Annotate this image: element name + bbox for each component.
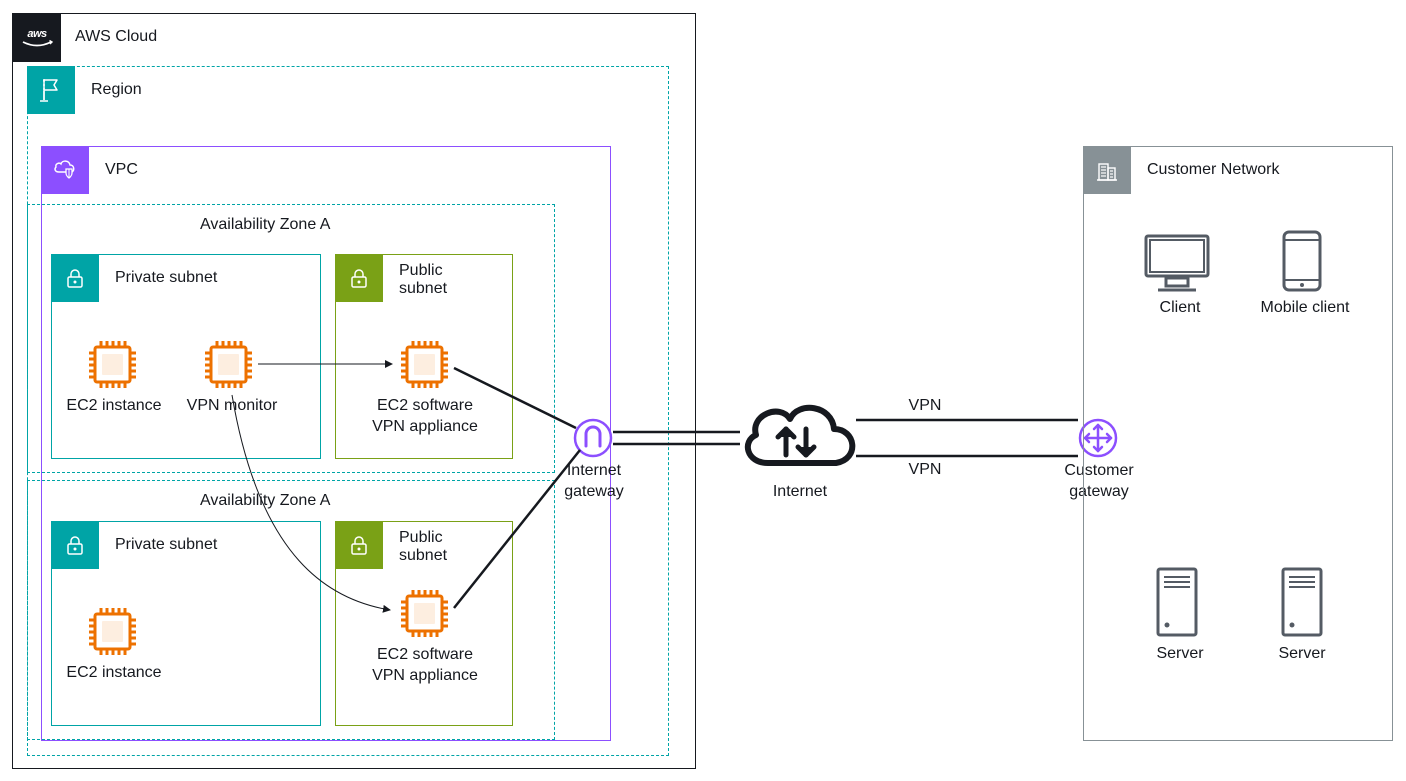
office-building-icon bbox=[1093, 156, 1121, 184]
lock-icon bbox=[62, 265, 88, 291]
txt: EC2 software bbox=[377, 397, 473, 414]
region-flag-icon bbox=[37, 76, 65, 104]
server2-label: Server bbox=[1252, 644, 1352, 665]
az2-private-subnet-label: Private subnet bbox=[115, 536, 217, 554]
internet-label: Internet bbox=[760, 482, 840, 503]
az1-public-subnet-label: Public subnet bbox=[399, 262, 469, 298]
region-label: Region bbox=[91, 81, 142, 99]
az2-public-subnet-label: Public subnet bbox=[399, 529, 469, 565]
lock-icon bbox=[346, 532, 372, 558]
vpc-badge bbox=[41, 146, 89, 194]
customer-network-badge bbox=[1083, 146, 1131, 194]
vpc-label: VPC bbox=[105, 161, 138, 179]
vpn-label-bottom: VPN bbox=[895, 460, 955, 481]
igw-label: Internet gateway bbox=[555, 461, 633, 503]
vpn-label-top: VPN bbox=[895, 396, 955, 417]
client-label: Client bbox=[1130, 298, 1230, 319]
txt: Internet bbox=[567, 462, 621, 479]
az1-vpn-appliance-label: EC2 software VPN appliance bbox=[345, 396, 505, 438]
txt: EC2 software bbox=[377, 646, 473, 663]
lock-icon bbox=[346, 265, 372, 291]
vpn-monitor-label: VPN monitor bbox=[178, 396, 286, 417]
txt: gateway bbox=[564, 483, 624, 500]
client-icon bbox=[1140, 230, 1214, 299]
ec2-icon bbox=[85, 337, 140, 397]
server1-label: Server bbox=[1130, 644, 1230, 665]
az2-label: Availability Zone A bbox=[200, 492, 330, 510]
svg-text:aws: aws bbox=[27, 28, 47, 40]
az1-ec2-label: EC2 instance bbox=[60, 396, 168, 417]
mobile-client-label: Mobile client bbox=[1250, 298, 1360, 319]
lock-icon bbox=[62, 532, 88, 558]
igw-icon bbox=[573, 418, 613, 463]
aws-logo-badge: aws bbox=[13, 14, 61, 62]
ec2-icon bbox=[201, 337, 256, 397]
ec2-icon bbox=[397, 337, 452, 397]
az1-private-subnet-badge bbox=[51, 254, 99, 302]
az2-ec2-label: EC2 instance bbox=[60, 663, 168, 684]
az1-label: Availability Zone A bbox=[200, 216, 330, 234]
txt: VPN appliance bbox=[372, 418, 478, 435]
internet-icon bbox=[732, 393, 860, 486]
az2-vpn-appliance-label: EC2 software VPN appliance bbox=[345, 645, 505, 687]
ec2-icon bbox=[85, 604, 140, 664]
txt: VPN appliance bbox=[372, 667, 478, 684]
az2-private-subnet-badge bbox=[51, 521, 99, 569]
vpc-cloud-shield-icon bbox=[50, 155, 80, 185]
az1-private-subnet-label: Private subnet bbox=[115, 269, 217, 287]
server-icon bbox=[1277, 565, 1327, 644]
aws-cloud-label: AWS Cloud bbox=[75, 28, 157, 46]
az2-public-subnet-badge bbox=[335, 521, 383, 569]
region-badge bbox=[27, 66, 75, 114]
mobile-client-icon bbox=[1280, 228, 1324, 299]
aws-logo-icon: aws bbox=[19, 27, 55, 49]
ec2-icon bbox=[397, 586, 452, 646]
server-icon bbox=[1152, 565, 1202, 644]
customer-network-label: Customer Network bbox=[1147, 161, 1279, 179]
az1-public-subnet-badge bbox=[335, 254, 383, 302]
